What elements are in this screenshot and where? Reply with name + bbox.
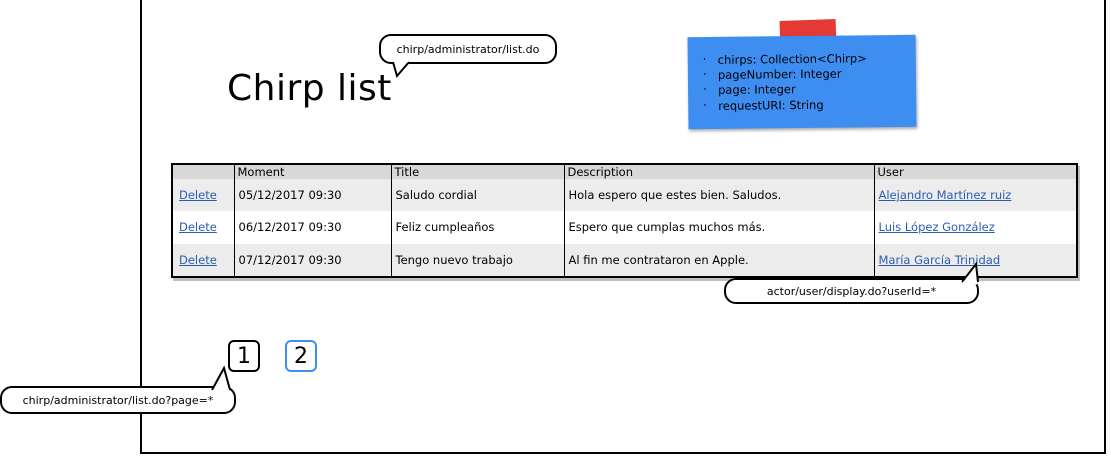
title-cell: Tengo nuevo trabajo — [390, 243, 564, 276]
column-header-action — [173, 165, 234, 179]
callout-tail — [211, 365, 231, 393]
moment-cell: 06/12/2017 09:30 — [233, 211, 391, 244]
list-url-callout: chirp/administrator/list.do — [379, 34, 557, 79]
moment-cell: 05/12/2017 09:30 — [233, 179, 391, 212]
callout-tail — [392, 59, 410, 79]
user-link[interactable]: Luis López González — [879, 220, 995, 234]
column-header-user: User — [873, 165, 1076, 179]
description-cell: Al fin me contrataron en Apple. — [563, 243, 874, 276]
column-header-description: Description — [563, 165, 874, 179]
callout-tail — [961, 261, 979, 285]
table-row: Delete 05/12/2017 09:30 Saludo cordial H… — [173, 179, 1076, 212]
table-row: Delete 07/12/2017 09:30 Tengo nuevo trab… — [173, 243, 1076, 276]
list-url-text: chirp/administrator/list.do — [396, 42, 540, 56]
user-url-text: actor/user/display.do?userId=* — [766, 284, 937, 298]
description-cell: Hola espero que estes bien. Saludos. — [563, 179, 874, 212]
column-header-moment: Moment — [233, 165, 391, 179]
table-header-row: Moment Title Description User — [173, 165, 1076, 179]
title-cell: Saludo cordial — [390, 179, 564, 212]
chirps-table: Moment Title Description User Delete 05/… — [171, 163, 1078, 278]
page-url-text: chirp/administrator/list.do?page=* — [22, 393, 214, 407]
description-cell: Espero que cumplas muchos más. — [563, 211, 874, 244]
page-2-button[interactable]: 2 — [285, 340, 317, 372]
table-row: Delete 06/12/2017 09:30 Feliz cumpleaños… — [173, 211, 1076, 244]
delete-link[interactable]: Delete — [179, 220, 217, 234]
user-link[interactable]: Alejandro Martínez ruiz — [879, 188, 1012, 202]
delete-link[interactable]: Delete — [179, 188, 217, 202]
model-attribute: requestURI: String — [718, 96, 916, 113]
page-title: Chirp list — [227, 68, 392, 109]
column-header-title: Title — [390, 165, 564, 179]
moment-cell: 07/12/2017 09:30 — [233, 243, 391, 276]
title-cell: Feliz cumpleaños — [390, 211, 564, 244]
delete-link[interactable]: Delete — [179, 253, 217, 267]
model-attributes-list: chirps: Collection<Chirp> pageNumber: In… — [688, 35, 917, 114]
model-note: chirps: Collection<Chirp> pageNumber: In… — [687, 34, 917, 130]
user-url-callout: actor/user/display.do?userId=* — [724, 261, 979, 304]
page-url-callout: chirp/administrator/list.do?page=* — [0, 365, 236, 414]
